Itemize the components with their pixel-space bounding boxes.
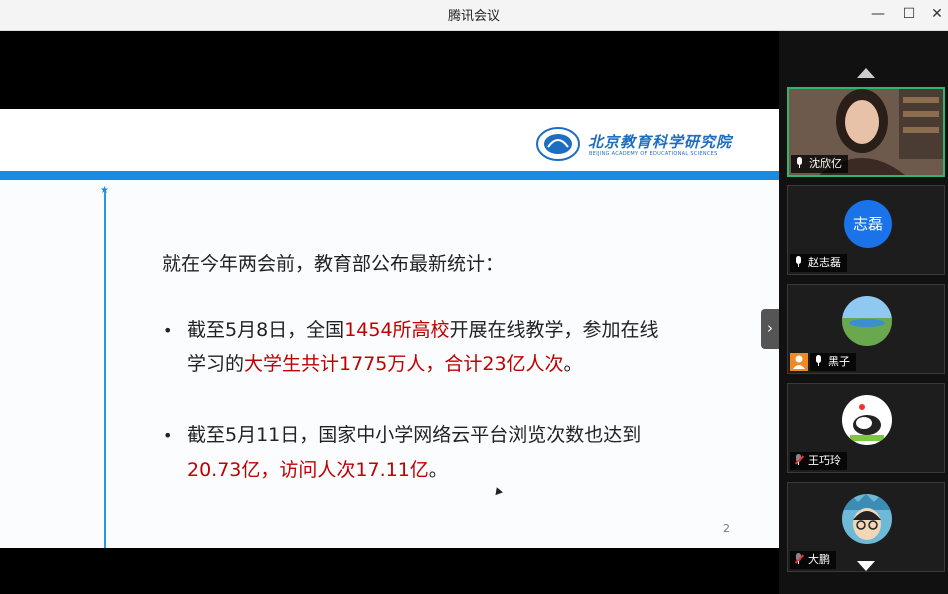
bullet1-line1: 截至5月8日，全国1454所高校开展在线教学，参加在线 [187,319,659,341]
bullet2-line1: 截至5月11日，国家中小学网络云平台浏览次数也达到 [187,424,642,446]
muted-microphone-icon [794,553,805,564]
bullet2-highlight: 20.73亿，访问人次17.11亿 [187,459,429,481]
close-icon[interactable]: ✕ [926,4,948,24]
cartoon-avatar-image [842,395,892,445]
scroll-up-icon[interactable] [857,68,875,78]
muted-microphone-icon [794,454,805,465]
participant-name: 王巧玲 [808,454,841,467]
cartoon-avatar-image [842,494,892,544]
participant-tile[interactable]: 大鹏 [787,482,945,572]
participant-name-bar: 赵志磊 [790,254,847,272]
bullet1-text-c: 学习的 [187,353,245,375]
avatar: 志磊 [844,200,892,248]
bullet2-text-end: 。 [428,459,448,481]
participant-name: 黑子 [828,355,850,368]
slide-page-number: 2 [723,522,730,535]
minimize-icon[interactable]: — [867,4,889,24]
academy-name-cn: 北京教育科学研究院 [588,133,733,151]
participant-name: 赵志磊 [808,256,841,269]
academy-logo-icon [536,127,580,161]
bullet1-highlight-b: 大学生共计1775万人，合计23亿人次 [244,353,564,375]
landscape-avatar-image [842,296,892,346]
participant-name-bar: 黑子 [810,353,856,371]
title-bar: 腾讯会议 — ☐ ✕ [0,0,948,31]
participant-name-bar: 大鹏 [790,551,836,569]
chevron-right-icon[interactable]: › [761,309,779,349]
microphone-icon [814,355,823,366]
host-badge-icon [790,353,808,371]
avatar [842,296,892,346]
bullet-dot: • [163,426,173,445]
presentation-slide: 北京教育科学研究院 BEIJING ACADEMY OF EDUCATIONAL… [0,109,779,548]
slide-heading: 就在今年两会前，教育部公布最新统计： [162,253,505,275]
window-title: 腾讯会议 [447,9,500,24]
bullet1-highlight-a: 1454所高校 [344,319,450,341]
academy-name-en: BEIJING ACADEMY OF EDUCATIONAL SCIENCES [589,151,718,157]
microphone-icon [795,157,804,168]
avatar [842,494,892,544]
avatar [842,395,892,445]
header-band [0,171,779,180]
bullet2-line2: 20.73亿，访问人次17.11亿。 [187,459,448,481]
shared-screen-area: 北京教育科学研究院 BEIJING ACADEMY OF EDUCATIONAL… [0,31,779,594]
participant-tile[interactable]: 志磊 赵志磊 [787,185,945,275]
scroll-down-icon[interactable] [857,561,875,571]
bullet1-text-a: 截至5月8日，全国 [187,319,345,341]
maximize-icon[interactable]: ☐ [898,4,920,24]
participant-name: 沈欣亿 [809,157,842,170]
participant-tile[interactable]: 王巧玲 [787,383,945,473]
participant-tile[interactable]: 黑子 [787,284,945,374]
decorative-vertical-line [104,191,106,548]
bullet1-text-d: 。 [563,353,583,375]
bullet-dot: • [163,321,173,340]
participant-name-bar: 沈欣亿 [791,155,848,173]
microphone-icon [794,256,803,267]
bullet1-text-b: 开展在线教学，参加在线 [449,319,659,341]
participant-name-bar: 王巧玲 [790,452,847,470]
bullet1-line2: 学习的大学生共计1775万人，合计23亿人次。 [187,353,583,375]
participant-tile[interactable]: 沈欣亿 [787,87,945,177]
participant-name: 大鹏 [808,553,830,566]
